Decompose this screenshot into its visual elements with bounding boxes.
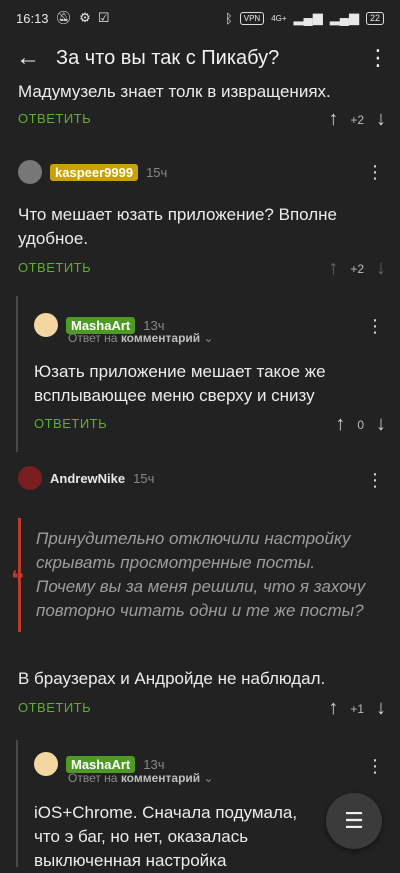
- reply-button[interactable]: ОТВЕТИТЬ: [34, 416, 107, 431]
- quote-text: Принудительно отключили настройку скрыва…: [36, 529, 366, 620]
- vote-count: +2: [350, 261, 364, 276]
- reply-button[interactable]: ОТВЕТИТЬ: [18, 260, 91, 275]
- avatar[interactable]: [34, 313, 58, 337]
- vote-count: +2: [350, 112, 364, 127]
- upvote-icon[interactable]: ↑: [328, 108, 338, 131]
- chevron-down-icon: ⌄: [203, 331, 214, 345]
- comment-header: AndrewNike 15ч: [18, 466, 154, 490]
- back-arrow-icon[interactable]: ←: [0, 44, 56, 72]
- reply-button[interactable]: ОТВЕТИТЬ: [18, 700, 91, 715]
- check-icon: ☑: [97, 10, 110, 25]
- more-vert-icon[interactable]: ⋮: [356, 45, 400, 71]
- downvote-icon[interactable]: ↓: [376, 697, 386, 720]
- vote-count: 0: [357, 417, 364, 432]
- reply-to-line[interactable]: Ответ на комментарий ⌄: [68, 331, 214, 345]
- username[interactable]: MashaArt: [66, 755, 136, 773]
- comment-time: 15ч: [146, 164, 168, 180]
- status-bar: 16:13 🔕︎ ⚙ ☑ ᛒ VPN 4G+ ▂▄▆ ▂▄▆ 22: [0, 0, 400, 36]
- comment-text: Что мешает юзать приложение? Вполне удоб…: [18, 205, 337, 248]
- reply-to-prefix: Ответ на: [68, 331, 118, 345]
- reply-to-line[interactable]: Ответ на комментарий ⌄: [68, 771, 214, 785]
- bluetooth-icon: ᛒ: [224, 10, 233, 26]
- app-bar: ← За что вы так с Пикабу? ⋮: [0, 36, 400, 80]
- comment-text: Юзать приложение мешает такое же всплыва…: [34, 362, 326, 405]
- comment-time: 15ч: [133, 470, 155, 486]
- signal-icon: ▂▄▆: [293, 10, 323, 25]
- quote-icon: ❝: [11, 566, 24, 591]
- network-label: 4G+: [271, 13, 287, 23]
- settings-icon: ⚙: [79, 10, 91, 25]
- username[interactable]: AndrewNike: [50, 471, 125, 486]
- downvote-icon[interactable]: ↓: [376, 413, 386, 436]
- vote-controls: ↑ +1 ↓: [328, 697, 386, 720]
- vpn-badge: VPN: [239, 11, 265, 25]
- downvote-icon[interactable]: ↓: [376, 108, 386, 131]
- battery-indicator: 22: [365, 11, 384, 25]
- status-time: 16:13: [16, 10, 49, 26]
- mute-icon: 🔕︎: [55, 10, 73, 25]
- reply-to-target: комментарий: [120, 331, 201, 345]
- comment-header: kaspeer9999 15ч: [18, 160, 167, 184]
- comment-time: 13ч: [143, 756, 165, 772]
- reply-to-target: комментарий: [120, 771, 201, 785]
- comment-menu-icon[interactable]: ⋮: [366, 470, 384, 491]
- comment-fab-button[interactable]: ☰: [326, 793, 382, 849]
- thread-line: [16, 740, 18, 867]
- vote-controls: ↑ 0 ↓: [335, 413, 386, 436]
- upvote-icon[interactable]: ↑: [335, 413, 345, 436]
- avatar[interactable]: [34, 752, 58, 776]
- avatar[interactable]: [18, 466, 42, 490]
- comment-menu-icon[interactable]: ⋮: [366, 162, 384, 183]
- signal-icon-2: ▂▄▆: [329, 10, 359, 25]
- upvote-icon[interactable]: ↑: [328, 257, 338, 280]
- vote-controls: ↑ +2 ↓: [328, 257, 386, 280]
- upvote-icon[interactable]: ↑: [328, 697, 338, 720]
- username[interactable]: kaspeer9999: [50, 163, 139, 181]
- chevron-down-icon: ⌄: [203, 771, 214, 785]
- page-title: За что вы так с Пикабу?: [56, 46, 280, 69]
- comment-menu-icon[interactable]: ⋮: [366, 316, 384, 337]
- vote-count: +1: [350, 701, 364, 716]
- comment-menu-icon[interactable]: ⋮: [366, 756, 384, 777]
- vote-controls: ↑ +2 ↓: [328, 108, 386, 131]
- reply-button[interactable]: ОТВЕТИТЬ: [18, 111, 91, 126]
- comment-icon: ☰: [344, 808, 364, 833]
- comment-text: iOS+Chrome. Сначала подумала, что э баг,…: [34, 803, 298, 870]
- comment-text: Мадумузель знает толк в извращениях.: [18, 82, 331, 100]
- reply-to-prefix: Ответ на: [68, 771, 118, 785]
- comment-text: В браузерах и Андройде не наблюдал.: [18, 669, 326, 688]
- avatar[interactable]: [18, 160, 42, 184]
- downvote-icon[interactable]: ↓: [376, 257, 386, 280]
- thread-line: [16, 296, 18, 452]
